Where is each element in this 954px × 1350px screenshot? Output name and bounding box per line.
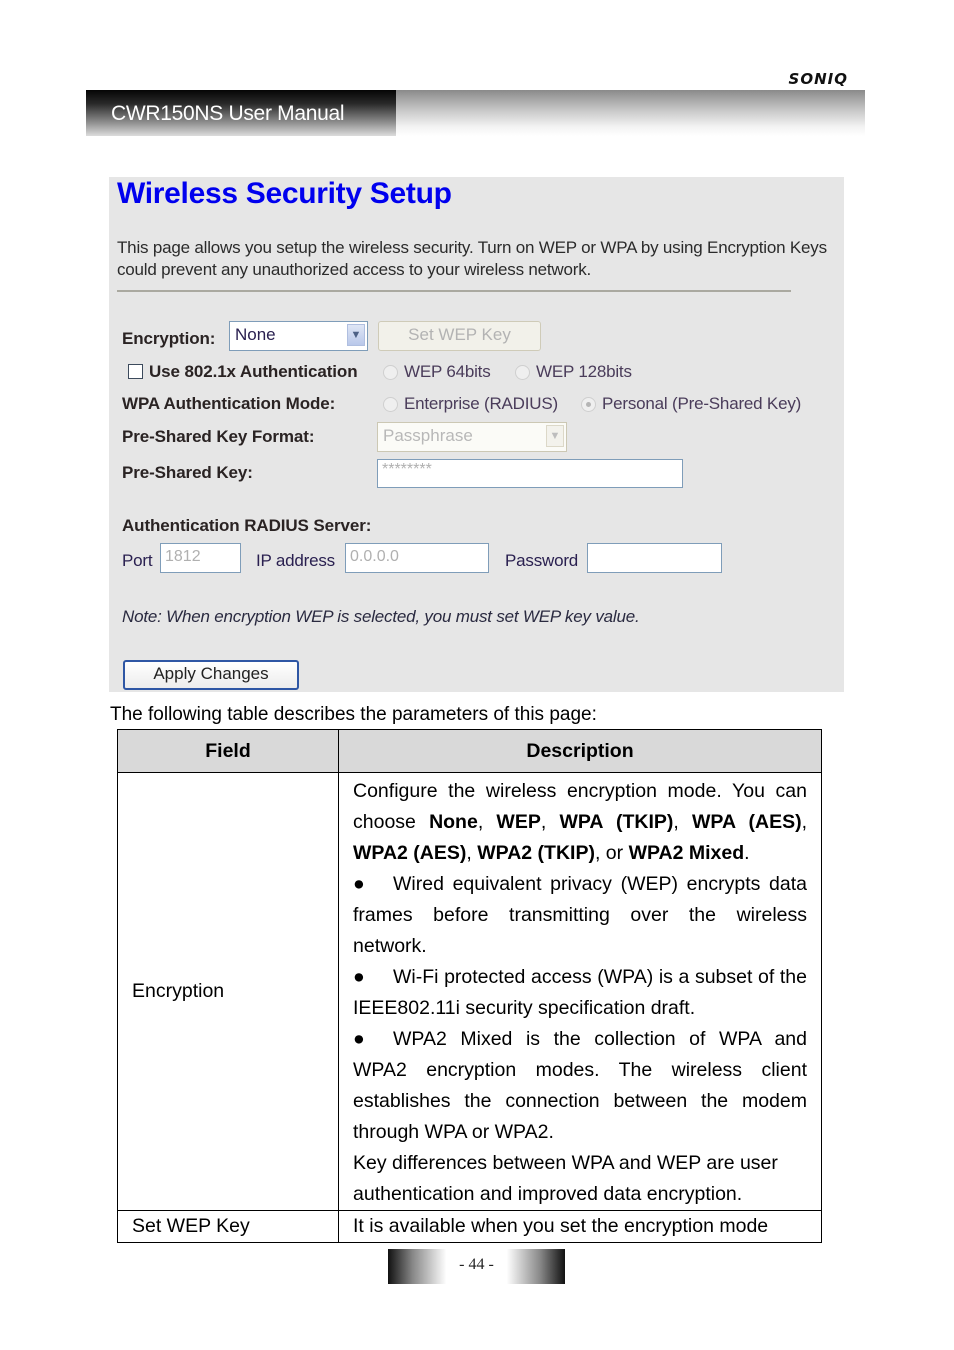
page-title: Wireless Security Setup — [117, 177, 452, 210]
chevron-down-icon: ▼ — [347, 324, 365, 346]
separator-or: , or — [594, 842, 629, 864]
wep-128-radio[interactable] — [515, 365, 530, 380]
page-intro: This page allows you setup the wireless … — [117, 238, 827, 279]
bullet-icon: ● — [353, 966, 365, 988]
divider — [117, 290, 791, 292]
encryption-label: Encryption: — [122, 329, 216, 348]
description-cell: Configure the wireless encryption mode. … — [338, 772, 822, 1211]
wep-64-radio[interactable] — [383, 365, 398, 380]
header-description: Description — [338, 729, 822, 773]
mode-none: None — [429, 811, 478, 833]
bullet-item: ● Wired equivalent privacy (WEP) encrypts… — [353, 869, 807, 962]
separator: , — [477, 811, 497, 833]
mode-wpa-aes: WPA (AES) — [691, 811, 802, 833]
mode-wpa-tkip: WPA (TKIP) — [559, 811, 674, 833]
psk-input[interactable]: ******** — [377, 459, 683, 488]
psk-label: Pre-Shared Key: — [122, 463, 253, 482]
mode-wpa2-tkip: WPA2 (TKIP) — [477, 842, 595, 864]
personal-psk-label: Personal (Pre-Shared Key) — [602, 394, 802, 413]
table-row: Set WEP Key It is available when you set… — [117, 1210, 822, 1243]
table-intro: The following table describes the parame… — [110, 704, 597, 725]
table-row: Encryption Configure the wireless encryp… — [117, 772, 822, 1211]
bullet-icon: ● — [353, 873, 365, 895]
period: . — [744, 842, 750, 864]
page-number: - 44 - — [459, 1256, 494, 1273]
bullet-icon: ● — [353, 1028, 365, 1050]
parameters-table: Field Description Encryption Configure t… — [117, 729, 822, 1243]
psk-format-select[interactable]: Passphrase ▼ — [377, 422, 567, 452]
manual-title: CWR150NS User Manual — [111, 102, 345, 125]
bullet-text: Wired equivalent privacy (WEP) encrypts … — [353, 873, 807, 957]
bullet-text: WPA2 Mixed is the collection of WPA and … — [353, 1028, 807, 1143]
separator: , — [801, 811, 807, 833]
wpa-auth-mode-label: WPA Authentication Mode: — [122, 394, 336, 413]
mode-wpa2-mixed: WPA2 Mixed — [628, 842, 745, 864]
wep-64-label: WEP 64bits — [404, 362, 491, 381]
psk-format-label: Pre-Shared Key Format: — [122, 427, 315, 446]
field-cell: Set WEP Key — [117, 1210, 339, 1243]
apply-changes-button[interactable]: Apply Changes — [123, 660, 299, 690]
port-input[interactable]: 1812 — [160, 543, 241, 573]
header-field: Field — [117, 729, 339, 773]
ip-address-input[interactable]: 0.0.0.0 — [345, 543, 489, 573]
set-wep-key-button[interactable]: Set WEP Key — [378, 321, 541, 351]
closing-text: Key differences between WPA and WEP are … — [353, 1152, 778, 1205]
password-input[interactable] — [587, 543, 722, 573]
personal-psk-radio[interactable] — [581, 397, 596, 412]
field-cell: Encryption — [117, 772, 339, 1211]
enterprise-radius-radio[interactable] — [383, 397, 398, 412]
use-8021x-label: Use 802.1x Authentication — [149, 362, 358, 381]
radius-server-label: Authentication RADIUS Server: — [122, 516, 372, 535]
ip-address-label: IP address — [256, 551, 335, 570]
bullet-item: ● WPA2 Mixed is the collection of WPA and… — [353, 1024, 807, 1148]
password-label: Password — [505, 551, 579, 570]
psk-format-value: Passphrase — [383, 426, 473, 445]
port-label: Port — [122, 551, 153, 570]
mode-wpa2-aes: WPA2 (AES) — [353, 842, 467, 864]
wep-128-label: WEP 128bits — [536, 362, 632, 381]
separator: , — [673, 811, 692, 833]
description-cell: It is available when you set the encrypt… — [338, 1210, 822, 1243]
use-8021x-checkbox[interactable] — [128, 364, 143, 379]
enterprise-radius-label: Enterprise (RADIUS) — [404, 394, 558, 413]
mode-wep: WEP — [496, 811, 541, 833]
chevron-down-icon: ▼ — [546, 425, 564, 447]
table-header-row: Field Description — [117, 729, 822, 773]
wep-note: Note: When encryption WEP is selected, y… — [122, 607, 640, 626]
encryption-value: None — [235, 325, 276, 344]
separator: , — [466, 842, 478, 864]
brand-logo: SONIQ — [788, 70, 848, 88]
wireless-security-panel: Wireless Security Setup This page allows… — [109, 177, 844, 692]
separator: , — [540, 811, 560, 833]
bullet-text: Wi-Fi protected access (WPA) is a subset… — [353, 966, 807, 1019]
page-footer: - 44 - — [388, 1249, 565, 1284]
encryption-select[interactable]: None ▼ — [229, 321, 368, 351]
bullet-item: ● Wi-Fi protected access (WPA) is a subse… — [353, 962, 807, 1024]
